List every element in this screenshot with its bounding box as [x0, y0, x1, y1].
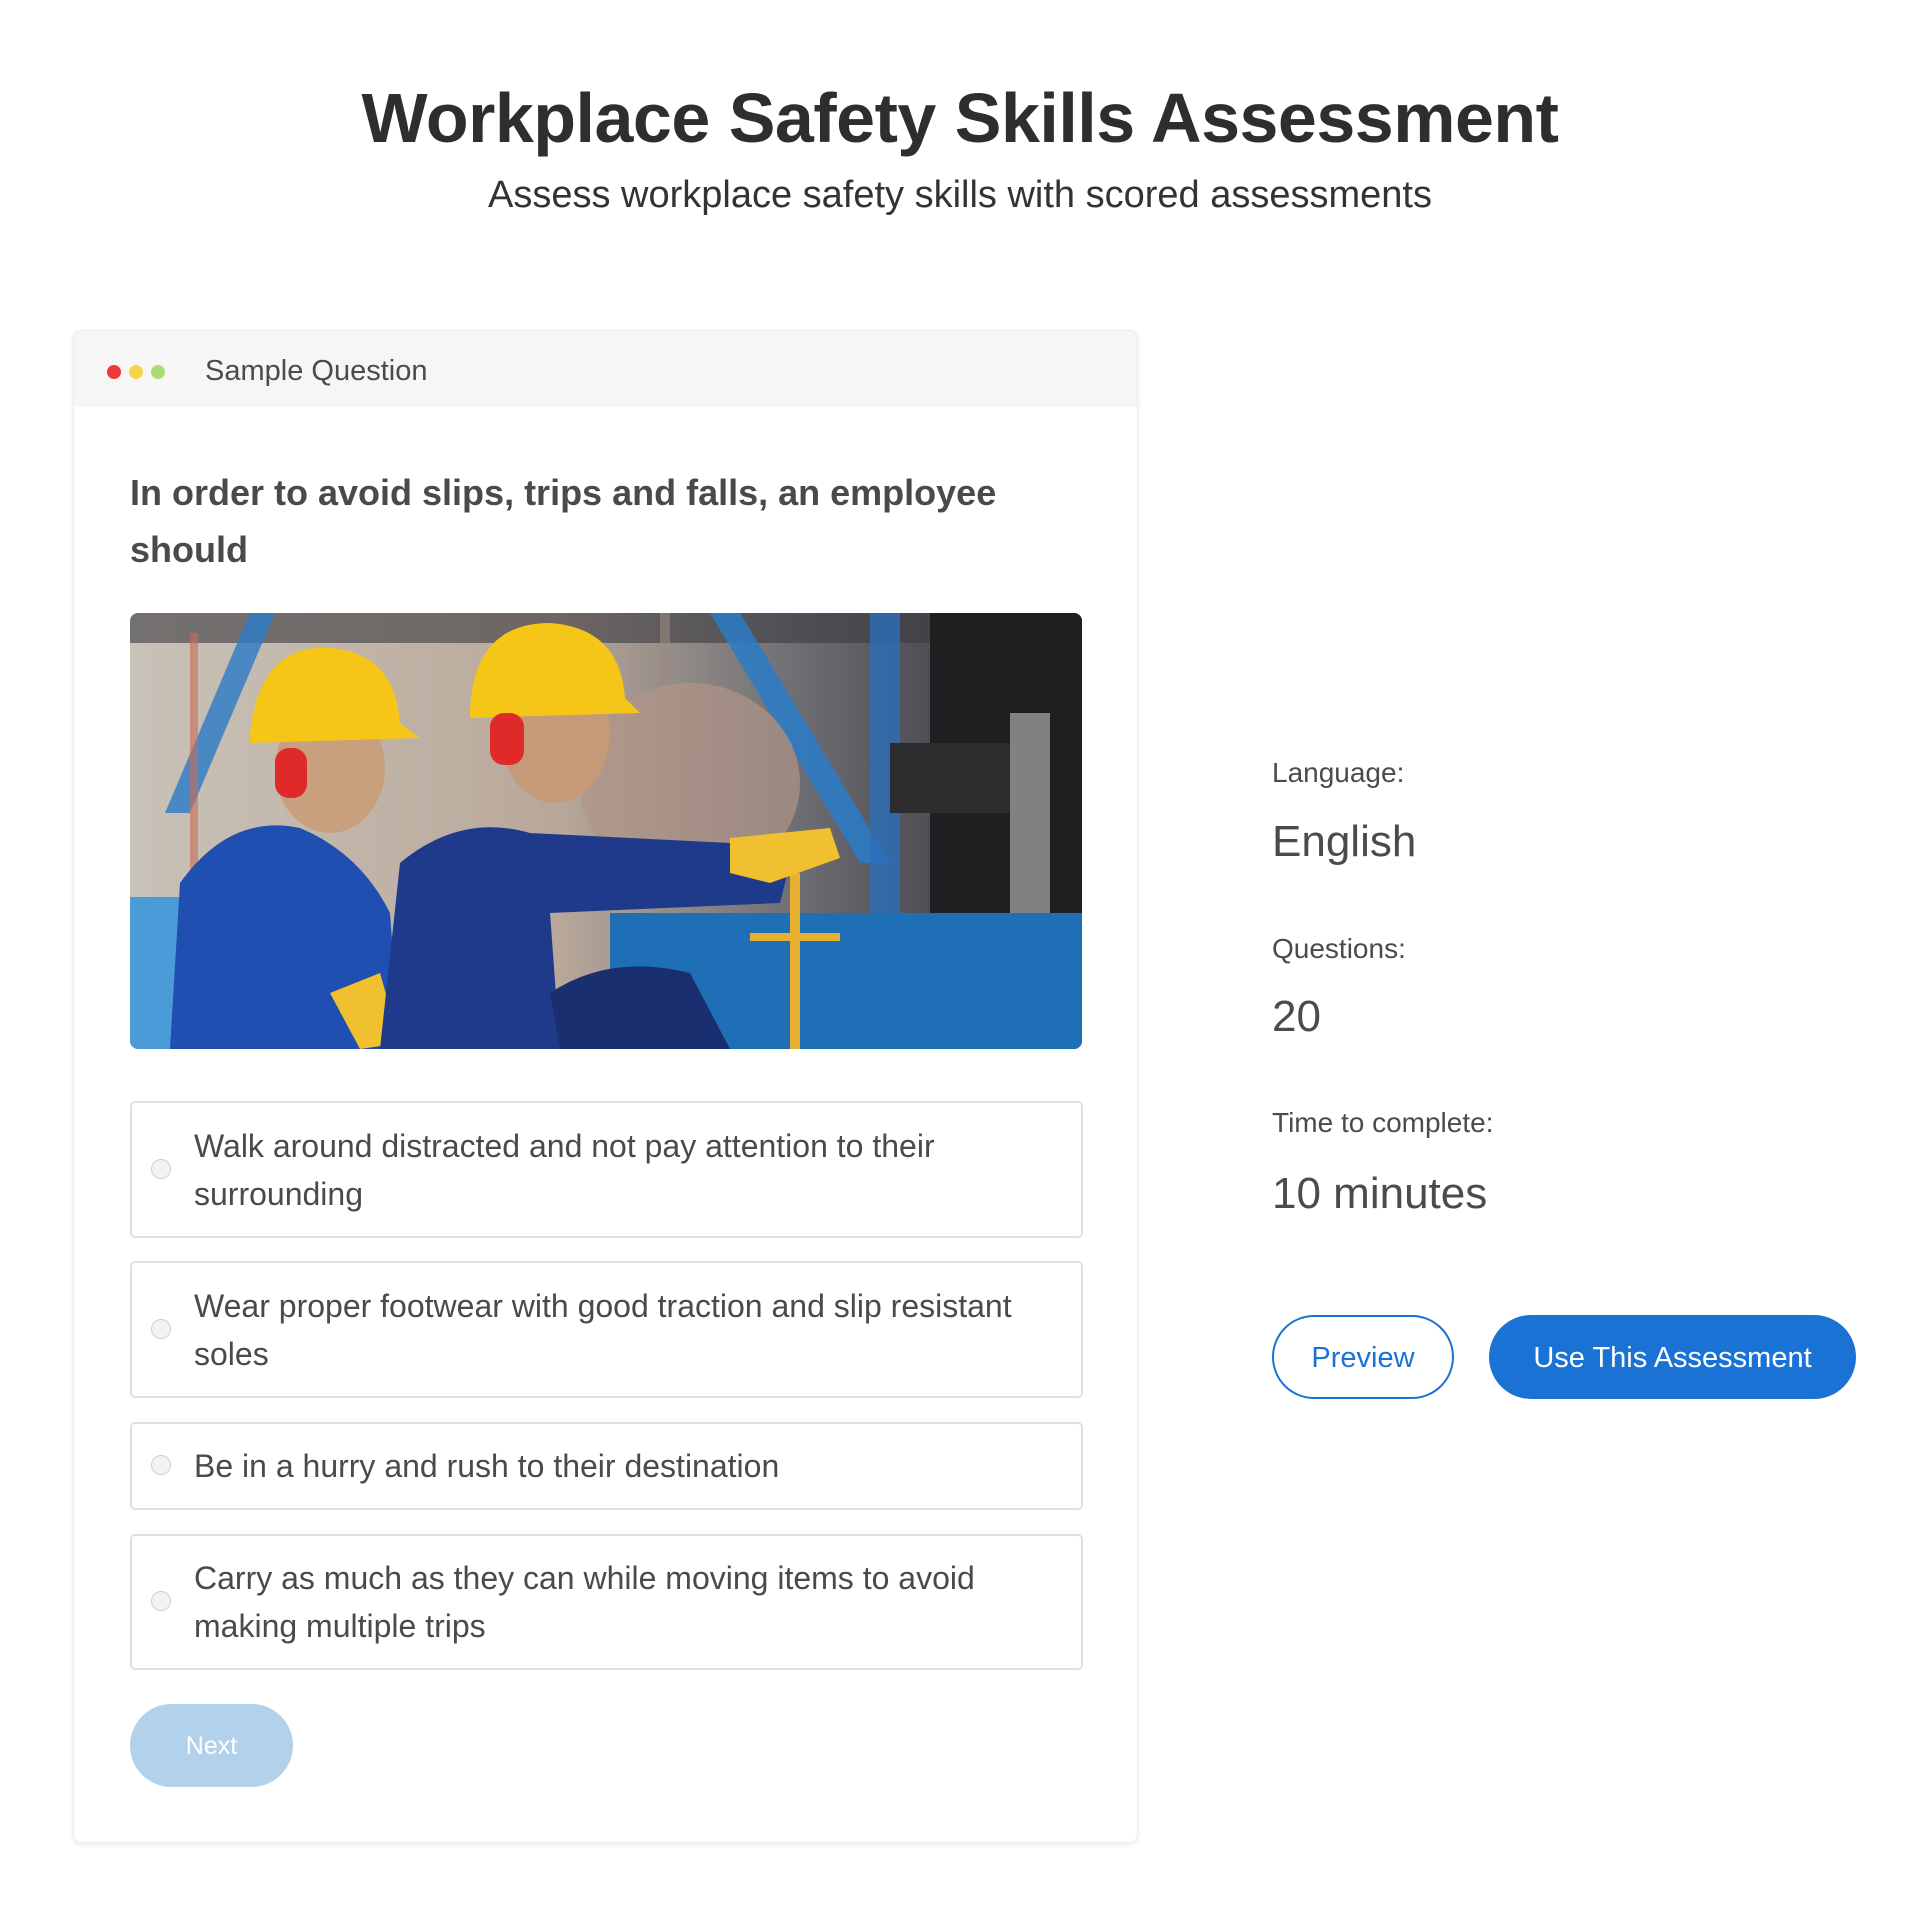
- preview-button[interactable]: Preview: [1272, 1315, 1454, 1399]
- time-value: 10 minutes: [1272, 1169, 1488, 1218]
- card-header-title: Sample Question: [205, 355, 428, 387]
- page-subtitle: Assess workplace safety skills with scor…: [488, 174, 1432, 216]
- radio-button[interactable]: [151, 1318, 171, 1339]
- use-this-assessment-button[interactable]: Use This Assessment: [1489, 1315, 1856, 1399]
- page-title: Workplace Safety Skills Assessment: [361, 79, 1559, 157]
- radio-button[interactable]: [151, 1455, 171, 1475]
- answer-option[interactable]: Carry as much as they can while moving i…: [130, 1534, 1083, 1670]
- questions-value: 20: [1272, 992, 1321, 1041]
- language-label: Language:: [1272, 757, 1405, 788]
- answer-option[interactable]: Wear proper footwear with good traction …: [130, 1261, 1083, 1398]
- language-value: English: [1272, 817, 1417, 866]
- option-label: Walk around distracted and not pay atten…: [194, 1127, 935, 1212]
- next-button[interactable]: Next: [130, 1704, 293, 1787]
- option-label: Wear proper footwear with good traction …: [194, 1287, 1012, 1372]
- question-image: [130, 613, 1082, 1049]
- questions-label: Questions:: [1272, 933, 1406, 964]
- sample-question-card: Sample Question In order to avoid slips,…: [73, 330, 1138, 1843]
- window-dot-yellow-icon: [129, 365, 143, 379]
- option-label: Carry as much as they can while moving i…: [194, 1560, 975, 1644]
- time-label: Time to complete:: [1272, 1107, 1494, 1138]
- answer-option[interactable]: Walk around distracted and not pay atten…: [130, 1101, 1083, 1238]
- question-text: In order to avoid slips, trips and falls…: [130, 472, 997, 570]
- workers-photo: [130, 613, 1082, 1049]
- card-header: Sample Question: [74, 331, 1137, 407]
- answer-option[interactable]: Be in a hurry and rush to their destinat…: [130, 1422, 1083, 1510]
- option-label: Be in a hurry and rush to their destinat…: [194, 1448, 780, 1484]
- radio-button[interactable]: [151, 1591, 171, 1611]
- radio-button[interactable]: [151, 1158, 171, 1179]
- window-dot-green-icon: [151, 365, 165, 379]
- window-dot-red-icon: [107, 365, 121, 379]
